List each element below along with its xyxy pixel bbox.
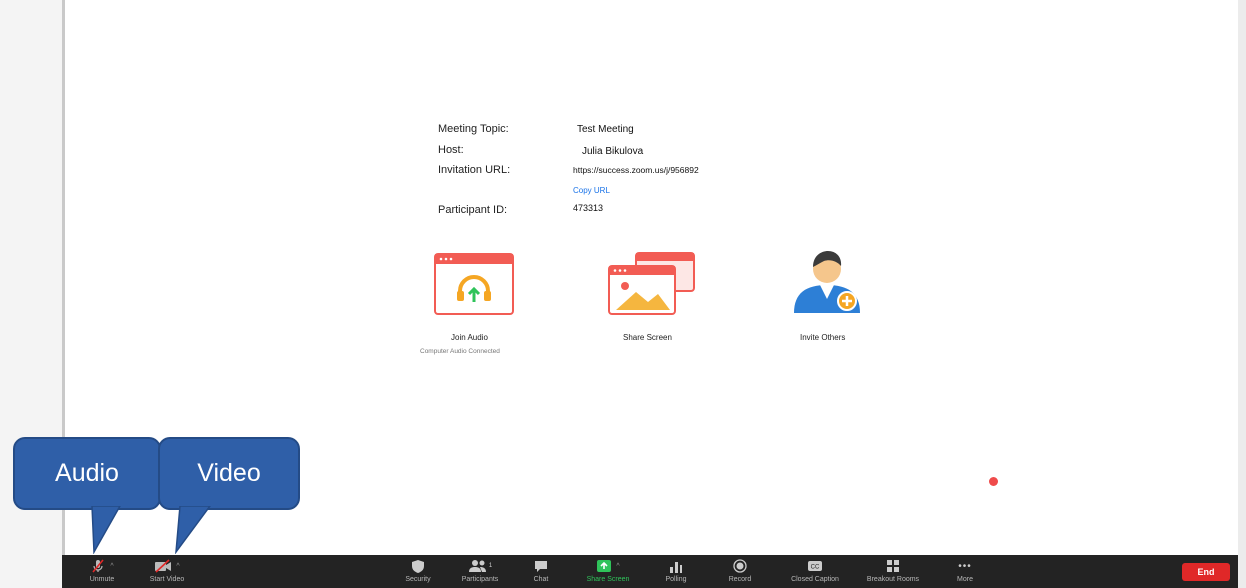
chat-label: Chat (533, 576, 549, 583)
record-icon (733, 559, 747, 573)
video-callout: Video (158, 437, 300, 510)
video-callout-pointer (175, 506, 211, 554)
polling-button[interactable]: Polling (658, 555, 694, 588)
breakout-rooms-button[interactable]: Breakout Rooms (867, 555, 919, 588)
participants-button[interactable]: 1 Participants (456, 555, 504, 588)
record-label: Record (728, 576, 752, 583)
toolbar-share-screen-label: Share Screen (586, 576, 630, 583)
host-label: Host: (438, 144, 464, 156)
join-audio-status: Computer Audio Connected (420, 348, 500, 355)
unmute-label: Unmute (89, 576, 115, 583)
more-button[interactable]: ••• More (950, 555, 980, 588)
audio-callout-pointer (91, 506, 121, 554)
headphones-icon (434, 253, 514, 315)
polling-label: Polling (665, 576, 687, 583)
copy-url-link[interactable]: Copy URL (573, 186, 610, 195)
meeting-topic-label: Meeting Topic: (438, 123, 509, 135)
security-button[interactable]: Security (398, 555, 438, 588)
shield-icon (412, 559, 424, 573)
share-screen-arrow-icon (597, 560, 612, 572)
closed-caption-button[interactable]: CC Closed Caption (790, 555, 840, 588)
breakout-rooms-label: Breakout Rooms (866, 576, 920, 583)
participant-id-value: 473313 (573, 203, 604, 213)
invitation-url-label: Invitation URL: (438, 164, 511, 176)
end-meeting-button[interactable]: End (1182, 563, 1230, 581)
breakout-rooms-icon (887, 560, 899, 572)
svg-text:CC: CC (811, 565, 820, 571)
toolbar-share-screen-button[interactable]: ^ Share Screen (580, 555, 636, 588)
closed-caption-icon: CC (808, 561, 822, 571)
more-dots-icon: ••• (958, 560, 972, 572)
join-audio-label: Join Audio (451, 333, 488, 342)
participants-label: Participants (461, 576, 499, 583)
host-value: Julia Bikulova (582, 146, 644, 157)
participants-icon (468, 560, 486, 572)
start-video-caret-icon[interactable]: ^ (176, 563, 179, 570)
invite-others-label: Invite Others (800, 333, 846, 342)
chat-bubble-icon (535, 560, 547, 572)
closed-caption-label: Closed Caption (791, 576, 839, 583)
participants-count: 1 (488, 563, 493, 569)
share-screen-icon (608, 252, 695, 315)
invite-person-icon (794, 251, 860, 313)
recording-indicator-dot (989, 477, 998, 486)
chat-button[interactable]: Chat (524, 555, 558, 588)
meeting-topic-value: Test Meeting (577, 124, 634, 135)
start-video-button[interactable]: ^ Start Video (142, 555, 192, 588)
share-screen-caret-icon[interactable]: ^ (616, 563, 619, 570)
unmute-caret-icon[interactable]: ^ (110, 563, 113, 570)
security-label: Security (405, 576, 431, 583)
record-button[interactable]: Record (722, 555, 758, 588)
unmute-button[interactable]: ^ Unmute (80, 555, 124, 588)
invitation-url-value: https://success.zoom.us/j/956892 (573, 165, 699, 175)
muted-microphone-icon (92, 559, 104, 573)
participant-id-label: Participant ID: (438, 204, 508, 216)
video-off-icon (155, 559, 172, 573)
meeting-toolbar: ^ Unmute ^ Start Video Security 1 Partic… (62, 555, 1238, 588)
audio-callout: Audio (13, 437, 161, 510)
more-label: More (957, 576, 973, 583)
bar-chart-icon (670, 561, 682, 573)
share-screen-label: Share Screen (623, 333, 672, 342)
window-right-edge (1238, 0, 1246, 588)
start-video-label: Start Video (149, 576, 185, 583)
